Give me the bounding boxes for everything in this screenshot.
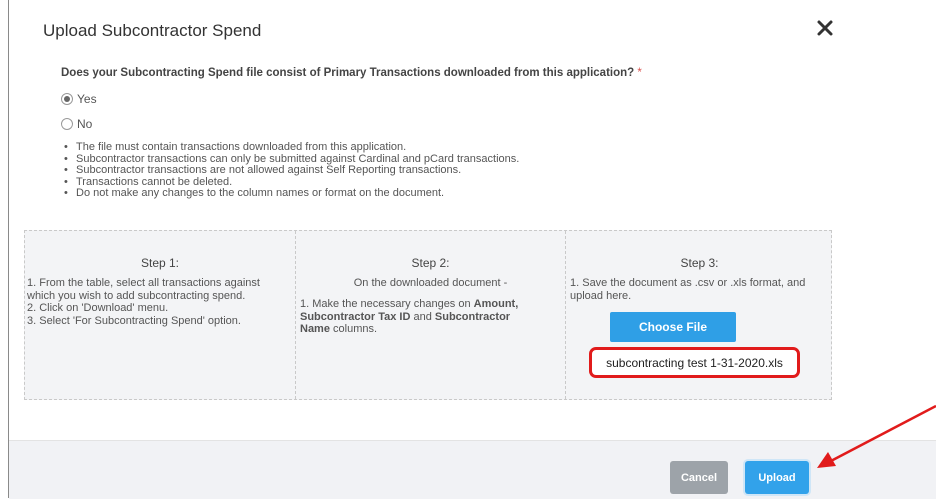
upload-button[interactable]: Upload — [745, 461, 809, 494]
notes-list: The file must contain transactions downl… — [62, 141, 519, 200]
step-3-body: 1. Save the document as .csv or .xls for… — [570, 277, 832, 302]
step-2-intro: On the downloaded document - — [353, 277, 508, 289]
radio-label-no: No — [77, 117, 93, 131]
step-1: Step 1: 1. From the table, select all tr… — [25, 231, 295, 399]
selected-file-name: subcontracting test 1-31-2020.xls — [589, 347, 800, 378]
question-label: Does your Subcontracting Spend file cons… — [61, 67, 642, 79]
modal-title: Upload Subcontractor Spend — [43, 21, 262, 40]
step-1-body: 1. From the table, select all transactio… — [27, 277, 295, 327]
step-2-columns: columns. — [329, 323, 378, 335]
radio-button-yes[interactable] — [61, 93, 73, 105]
step-1-line: 3. Select 'For Subcontracting Spend' opt… — [27, 314, 241, 327]
left-border — [8, 0, 9, 498]
step-2-text: 1. Make the necessary changes on — [300, 298, 474, 310]
step-3-line: upload here. — [570, 289, 632, 302]
close-icon[interactable] — [816, 19, 834, 37]
cancel-button[interactable]: Cancel — [670, 461, 728, 494]
step-2-bold-taxid: Subcontractor Tax ID — [300, 310, 411, 323]
radio-label-yes: Yes — [77, 92, 97, 106]
radio-option-no[interactable]: No — [61, 117, 92, 131]
step-2-bold-amount: Amount, — [473, 298, 519, 310]
step-2: Step 2: On the downloaded document - 1. … — [295, 231, 565, 399]
step-1-line: which you wish to add subcontracting spe… — [27, 289, 246, 302]
step-3-title: Step 3: — [680, 256, 719, 270]
choose-file-button[interactable]: Choose File — [610, 312, 736, 342]
step-2-bold-name-2: Name — [300, 323, 330, 335]
step-1-title: Step 1: — [140, 256, 180, 270]
step-1-line: 1. From the table, select all transactio… — [27, 277, 260, 289]
step-3-line: 1. Save the document as .csv or .xls for… — [570, 277, 806, 289]
question-text: Does your Subcontracting Spend file cons… — [61, 67, 635, 79]
step-2-and: and — [410, 310, 435, 323]
step-2-title: Step 2: — [411, 256, 450, 270]
step-2-bold-name: Subcontractor — [434, 310, 511, 323]
step-1-line: 2. Click on 'Download' menu. — [27, 302, 169, 314]
required-mark: * — [637, 67, 642, 79]
radio-option-yes[interactable]: Yes — [61, 92, 97, 106]
note-item: Do not make any changes to the column na… — [62, 188, 519, 200]
radio-button-no[interactable] — [61, 118, 73, 130]
step-2-body: 1. Make the necessary changes on Amount,… — [300, 298, 562, 336]
note-item: The file must contain transactions downl… — [62, 141, 519, 154]
